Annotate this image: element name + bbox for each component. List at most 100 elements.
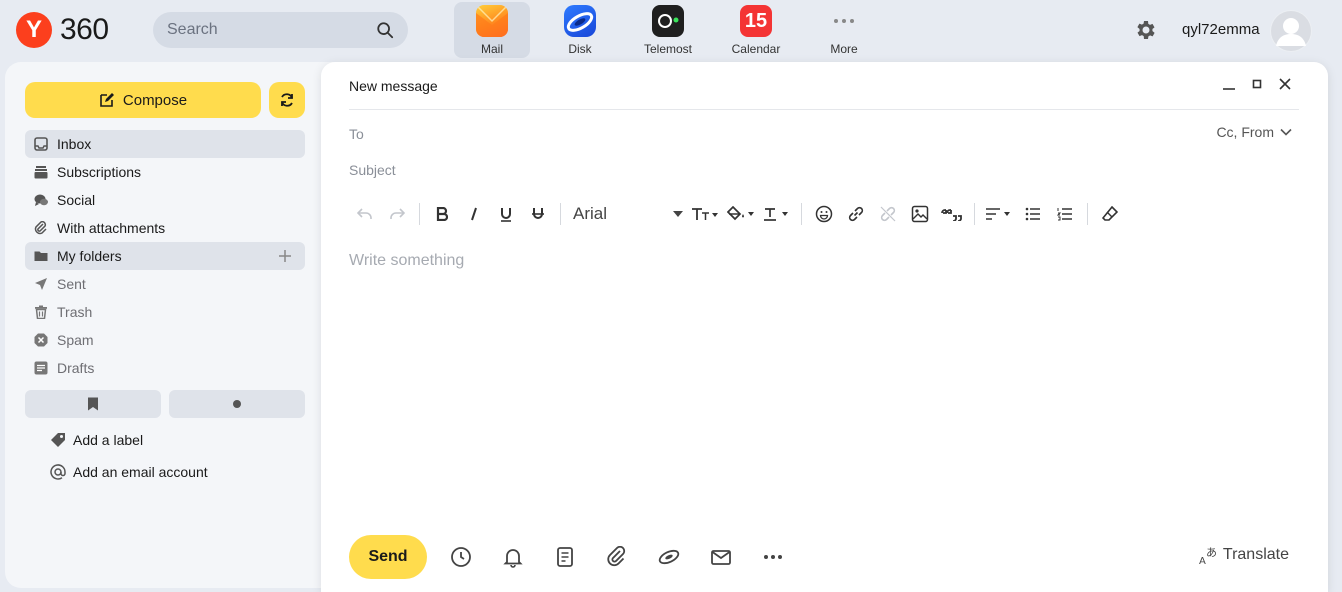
translate-button[interactable]: Aあ Translate	[1199, 545, 1289, 565]
document-template-icon	[557, 547, 573, 567]
align-left-icon	[986, 208, 1010, 220]
sent-paper-plane-icon	[33, 276, 49, 292]
yandex-360-logo[interactable]: Y 360	[16, 12, 109, 48]
folder-trash[interactable]: Trash	[25, 298, 305, 326]
folder-social[interactable]: Social	[25, 186, 305, 214]
disk-app-icon	[564, 5, 596, 37]
numbered-list-button[interactable]	[1049, 200, 1081, 228]
templates-button[interactable]	[539, 535, 591, 579]
insert-link-button[interactable]	[840, 200, 872, 228]
redo-button[interactable]	[381, 200, 413, 228]
add-label-link[interactable]: Add a label	[49, 430, 143, 450]
folder-subscriptions[interactable]: Subscriptions	[25, 158, 305, 186]
search-icon[interactable]	[376, 21, 394, 39]
clock-icon	[451, 547, 471, 567]
folder-with-attachments[interactable]: With attachments	[25, 214, 305, 242]
sidebar: Compose Inbox Subscriptions Social With …	[5, 62, 335, 588]
add-email-account-link[interactable]: Add an email account	[49, 462, 208, 482]
quote-icon	[941, 209, 962, 221]
strikethrough-button[interactable]	[522, 200, 554, 228]
unread-dot-icon	[233, 400, 241, 408]
app-label: Calendar	[731, 42, 781, 56]
bulleted-list-icon	[1025, 207, 1040, 221]
app-label: More	[830, 42, 858, 56]
unread-filter-button[interactable]	[169, 390, 305, 418]
font-family-value: Arial	[573, 204, 608, 223]
envelope-icon	[711, 550, 731, 565]
undo-button[interactable]	[349, 200, 381, 228]
folder-my-folders[interactable]: My folders	[25, 242, 305, 270]
align-button[interactable]	[981, 200, 1017, 228]
underline-button[interactable]	[490, 200, 522, 228]
attach-from-disk-button[interactable]	[643, 535, 695, 579]
calendar-app-icon: 15	[740, 5, 772, 37]
clear-formatting-button[interactable]	[1094, 200, 1126, 228]
folder-drafts[interactable]: Drafts	[25, 354, 305, 382]
bell-icon	[503, 549, 523, 568]
folder-sent[interactable]: Sent	[25, 270, 305, 298]
app-calendar[interactable]: 15 Calendar	[718, 2, 794, 58]
search-input[interactable]	[167, 21, 376, 39]
more-options-button[interactable]	[747, 535, 799, 579]
quote-button[interactable]	[936, 200, 968, 228]
folder-label: Subscriptions	[57, 164, 142, 180]
avatar[interactable]	[1270, 10, 1312, 52]
subscriptions-icon	[33, 164, 49, 180]
formatting-toolbar: Arial	[349, 200, 1126, 228]
paint-bucket-icon	[727, 206, 754, 221]
message-body-placeholder[interactable]: Write something	[349, 252, 464, 270]
font-size-button[interactable]	[687, 200, 723, 228]
username[interactable]: qyl72emma	[1182, 21, 1260, 38]
settings-gear-icon[interactable]	[1134, 18, 1158, 42]
reminder-button[interactable]	[487, 535, 539, 579]
subject-input[interactable]	[349, 162, 1249, 178]
emoji-button[interactable]	[808, 200, 840, 228]
bold-icon	[436, 207, 448, 221]
social-chat-icon	[33, 192, 49, 208]
logo-text: 360	[60, 13, 109, 46]
refresh-icon	[281, 93, 293, 107]
chevron-down-icon	[1280, 128, 1292, 136]
toolbar-separator	[1087, 203, 1088, 225]
toolbar-separator	[974, 203, 975, 225]
user-avatar-icon	[1271, 11, 1311, 51]
refresh-button[interactable]	[269, 82, 305, 118]
add-folder-plus-icon[interactable]	[277, 248, 293, 264]
remove-link-button[interactable]	[872, 200, 904, 228]
bold-button[interactable]	[426, 200, 458, 228]
to-input[interactable]	[349, 126, 1249, 142]
attach-file-button[interactable]	[591, 535, 643, 579]
compose-footer: Send Aあ Translate	[349, 535, 1299, 579]
add-label-text: Add a label	[73, 432, 144, 448]
notify-on-reply-button[interactable]	[695, 535, 747, 579]
insert-image-button[interactable]	[904, 200, 936, 228]
cc-from-toggle[interactable]: Cc, From	[1216, 124, 1292, 140]
folder-label: My folders	[57, 248, 122, 264]
close-icon[interactable]	[1278, 76, 1292, 92]
bookmark-icon	[88, 397, 98, 411]
search-box[interactable]	[153, 12, 408, 48]
italic-button[interactable]	[458, 200, 490, 228]
folder-spam[interactable]: Spam	[25, 326, 305, 354]
minimize-icon[interactable]	[1222, 76, 1236, 92]
maximize-icon[interactable]	[1250, 76, 1264, 92]
app-more[interactable]: More	[806, 2, 882, 58]
font-family-select[interactable]: Arial	[567, 200, 687, 228]
app-label: Telemost	[643, 42, 693, 56]
folder-label: Social	[57, 192, 96, 208]
text-color-button[interactable]	[759, 200, 795, 228]
top-bar: Y 360 Mail Disk Telemost 15 Calendar	[0, 0, 1342, 62]
app-disk[interactable]: Disk	[542, 2, 618, 58]
compose-button[interactable]: Compose	[25, 82, 261, 118]
bookmark-filter-button[interactable]	[25, 390, 161, 418]
folder-inbox[interactable]: Inbox	[25, 130, 305, 158]
app-telemost[interactable]: Telemost	[630, 2, 706, 58]
toolbar-separator	[419, 203, 420, 225]
send-button[interactable]: Send	[349, 535, 427, 579]
schedule-send-button[interactable]	[435, 535, 487, 579]
redo-icon	[390, 208, 405, 219]
app-mail[interactable]: Mail	[454, 2, 530, 58]
highlight-color-button[interactable]	[723, 200, 759, 228]
trash-icon	[33, 304, 49, 320]
bulleted-list-button[interactable]	[1017, 200, 1049, 228]
